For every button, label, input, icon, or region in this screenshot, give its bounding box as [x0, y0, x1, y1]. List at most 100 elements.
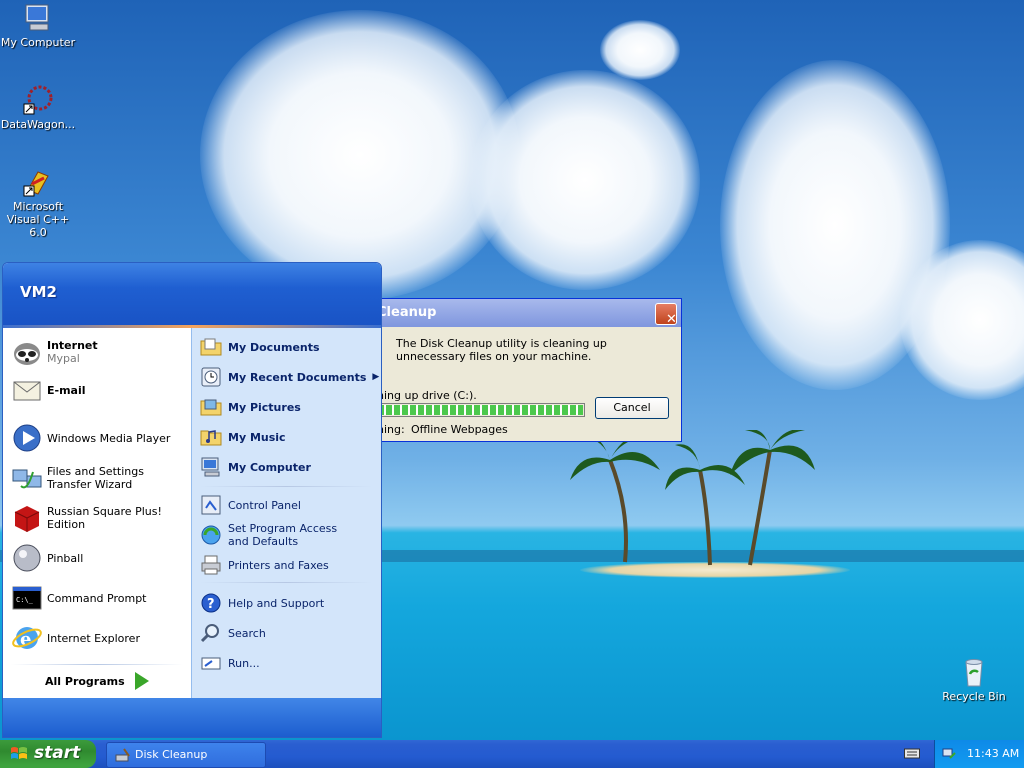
- media-player-icon: [13, 424, 41, 452]
- start-menu-footer: [3, 698, 381, 737]
- progress-bar: [377, 403, 585, 417]
- menu-item-label: Set Program Access and Defaults: [228, 522, 338, 548]
- desktop-icon-datawagon[interactable]: DataWagon...: [0, 84, 78, 131]
- green-arrow-icon: [134, 672, 149, 690]
- control-panel-icon: [201, 495, 221, 515]
- dialog-title: Cleanup: [377, 305, 437, 320]
- desktop-icon-label: Microsoft Visual C++ 6.0: [6, 200, 70, 239]
- separator: [200, 486, 372, 487]
- pictures-folder-icon: [200, 399, 222, 416]
- menu-item-media-player[interactable]: Windows Media Player: [11, 422, 170, 454]
- menu-item-recent-documents[interactable]: My Recent Documents ▶: [200, 366, 379, 388]
- menu-item-run[interactable]: Run...: [200, 652, 260, 674]
- keyboard-icon[interactable]: [904, 746, 920, 760]
- menu-item-email[interactable]: E-mail: [11, 374, 86, 406]
- close-icon: ✕: [666, 312, 677, 327]
- desktop-icon-label: My Computer: [0, 36, 76, 49]
- desktop-icon-recycle-bin[interactable]: Recycle Bin: [934, 656, 1014, 703]
- menu-item-label: Pinball: [47, 551, 84, 565]
- menu-item-program-access[interactable]: Set Program Access and Defaults: [200, 522, 358, 548]
- menu-item-internet[interactable]: Internet Mypal: [11, 336, 98, 368]
- menu-item-label: Files and Settings Transfer Wizard: [47, 465, 144, 491]
- help-icon: ?: [201, 593, 221, 613]
- menu-item-my-computer[interactable]: My Computer: [200, 456, 311, 478]
- close-button[interactable]: ✕: [655, 303, 677, 327]
- transfer-wizard-icon: [12, 469, 42, 489]
- clock[interactable]: 11:43 AM: [967, 747, 1019, 760]
- menu-item-help[interactable]: ? Help and Support: [200, 592, 324, 614]
- recycle-bin-icon: [965, 659, 983, 687]
- taskbar-button-disk-cleanup[interactable]: Disk Cleanup: [106, 742, 266, 768]
- menu-item-my-pictures[interactable]: My Pictures: [200, 396, 301, 418]
- menu-item-label: My Pictures: [228, 400, 301, 414]
- run-icon: [201, 657, 221, 670]
- separator: [11, 664, 183, 665]
- system-tray: 11:43 AM: [934, 740, 1024, 768]
- menu-item-label: Run...: [228, 656, 260, 670]
- menu-item-pinball[interactable]: Pinball: [11, 542, 83, 574]
- cloud: [470, 70, 700, 290]
- desktop-icon-label: Recycle Bin: [942, 690, 1006, 703]
- menu-item-my-music[interactable]: My Music: [200, 426, 286, 448]
- menu-item-label: E-mail: [47, 383, 86, 397]
- cleaning-item: Offline Webpages: [411, 423, 508, 436]
- menu-item-sub: Mypal: [47, 352, 80, 365]
- menu-item-printers[interactable]: Printers and Faxes: [200, 554, 329, 576]
- dialog-message: The Disk Cleanup utility is cleaning up …: [396, 337, 607, 363]
- documents-folder-icon: [200, 338, 222, 356]
- menu-item-label: Russian Square Plus! Edition: [47, 505, 162, 531]
- submenu-arrow-icon: ▶: [372, 372, 380, 382]
- menu-item-internet-explorer[interactable]: e Internet Explorer: [11, 622, 140, 654]
- music-folder-icon: [200, 430, 222, 446]
- menu-item-label: Windows Media Player: [47, 431, 171, 445]
- program-access-icon: [201, 525, 221, 545]
- menu-item-label: Internet Explorer: [47, 631, 140, 645]
- cloud: [600, 20, 680, 80]
- menu-item-label: My Documents: [228, 340, 320, 354]
- internet-explorer-icon: e: [12, 627, 42, 650]
- menu-item-command-prompt[interactable]: C:\_ Command Prompt: [11, 582, 147, 614]
- menu-item-transfer-wizard[interactable]: Files and Settings Transfer Wizard: [11, 462, 191, 494]
- palm-trees: [570, 430, 815, 566]
- separator: [200, 582, 372, 583]
- task-label: Disk Cleanup: [135, 748, 208, 761]
- visual-cpp-icon: [23, 171, 49, 197]
- start-button[interactable]: start: [0, 740, 96, 768]
- menu-item-russian-square[interactable]: Russian Square Plus! Edition: [11, 502, 191, 534]
- pinball-icon: [13, 544, 41, 572]
- network-icon[interactable]: [941, 746, 957, 762]
- menu-item-label: Internet: [47, 339, 98, 352]
- start-menu-header: VM2: [3, 263, 381, 325]
- dialog-title-bar[interactable]: Cleanup ✕: [367, 299, 681, 327]
- menu-item-search[interactable]: Search: [200, 622, 266, 644]
- start-label: start: [34, 743, 81, 763]
- svg-text:C:\_: C:\_: [16, 596, 34, 604]
- windows-flag-icon: [11, 747, 27, 759]
- menu-item-label: Help and Support: [228, 596, 325, 610]
- status-label: ning up drive (C:).: [377, 389, 477, 402]
- menu-item-label: Command Prompt: [47, 591, 147, 605]
- menu-item-label: Search: [228, 626, 266, 640]
- raccoon-browser-icon: [14, 343, 40, 365]
- recent-documents-icon: [201, 367, 221, 387]
- taskbar: start Disk Cleanup 11:43 AM: [0, 740, 1024, 768]
- svg-text:?: ?: [207, 597, 215, 612]
- cancel-button[interactable]: Cancel: [595, 397, 669, 419]
- disk-cleanup-icon: [115, 748, 130, 762]
- menu-item-my-documents[interactable]: My Documents: [200, 336, 320, 358]
- all-programs-button[interactable]: All Programs: [45, 672, 149, 690]
- pinned-programs-pane: Internet Mypal E-mail Windows Media Playe…: [3, 328, 191, 698]
- computer-icon: [25, 4, 49, 31]
- datawagon-icon: [23, 85, 53, 115]
- places-pane: My Documents My Recent Documents ▶ My Pi…: [191, 328, 381, 698]
- menu-item-label: Control Panel: [228, 498, 301, 512]
- start-menu: VM2 Internet Mypal E-mail Windows Media P…: [2, 262, 382, 738]
- printer-icon: [201, 555, 221, 575]
- email-icon: [13, 381, 41, 401]
- desktop-icon-my-computer[interactable]: My Computer: [0, 2, 78, 49]
- menu-item-control-panel[interactable]: Control Panel: [200, 494, 301, 516]
- desktop-icon-visual-cpp[interactable]: Microsoft Visual C++ 6.0: [0, 166, 78, 239]
- menu-item-label: Printers and Faxes: [228, 558, 329, 572]
- menu-item-label: My Music: [228, 430, 286, 444]
- command-prompt-icon: C:\_: [12, 586, 42, 610]
